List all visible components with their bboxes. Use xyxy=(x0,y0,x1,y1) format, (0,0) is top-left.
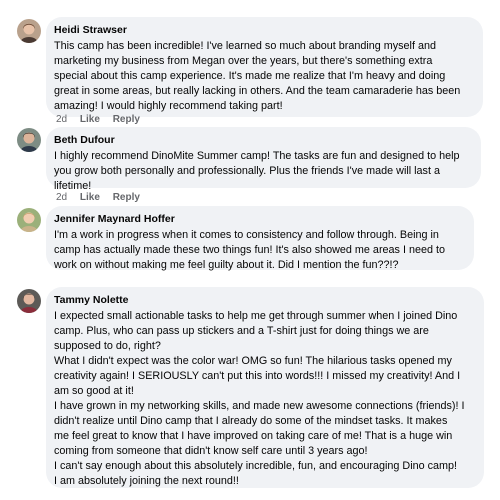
comment-line: special about this camp experience. It's… xyxy=(54,70,446,82)
profile-photo-icon xyxy=(17,208,41,232)
profile-photo-icon xyxy=(17,19,41,43)
avatar[interactable] xyxy=(17,208,41,232)
comment-bubble: Jennifer Maynard Hoffer I'm a work in pr… xyxy=(46,206,474,273)
profile-photo-icon xyxy=(17,128,41,152)
comment-line: am so good at it! xyxy=(54,385,134,397)
comment-bubble: Beth Dufour I highly recommend DinoMite … xyxy=(46,127,481,192)
comment-line: What I didn't expect was the color war! … xyxy=(54,355,452,367)
comments-thread: Heidi Strawser This camp has been incred… xyxy=(0,0,500,500)
comment-line: great in some areas, but really lacking … xyxy=(54,85,461,97)
avatar[interactable] xyxy=(17,289,41,313)
comment-text: I expected small actionable tasks to hel… xyxy=(54,309,475,489)
comment-actions: 2d Like Reply xyxy=(56,192,150,204)
comment-line: camp has actually made these two things … xyxy=(54,244,445,256)
like-button[interactable]: Like xyxy=(80,192,100,203)
comment-line: supposed to do, right? xyxy=(54,340,161,352)
comment-author[interactable]: Jennifer Maynard Hoffer xyxy=(54,213,465,226)
comment-line: This camp has been incredible! I've lear… xyxy=(54,40,436,52)
comment-bubble: Tammy Nolette I expected small actionabl… xyxy=(46,287,484,488)
comment-author[interactable]: Heidi Strawser xyxy=(54,24,474,37)
profile-photo-icon xyxy=(17,289,41,313)
comment-author[interactable]: Tammy Nolette xyxy=(54,294,475,307)
comment-line: marketing my business from Megan over th… xyxy=(54,55,433,67)
comment-line: I have grown in my networking skills, an… xyxy=(54,400,465,412)
comment-line: work on without making me feel guilty ab… xyxy=(54,259,399,271)
comment-actions: 2d Like Reply xyxy=(56,114,150,126)
comment-text: I highly recommend DinoMite Summer camp!… xyxy=(54,149,472,194)
comment-line: didn't realize until Dino camp that I al… xyxy=(54,415,448,427)
avatar[interactable] xyxy=(17,128,41,152)
comment-line: creativity again! I SERIOUSLY can't put … xyxy=(54,370,461,382)
like-button[interactable]: Like xyxy=(80,114,100,125)
comment-line: coming from someone that didn't know sel… xyxy=(54,445,368,457)
comment-line: amazing! I would highly recommend taking… xyxy=(54,100,283,112)
comment-line: me feel great to know that I have improv… xyxy=(54,430,453,442)
comment-line: you grow both personally and professiona… xyxy=(54,165,440,177)
reply-button[interactable]: Reply xyxy=(113,114,140,125)
comment-line: I am absolutely joining the next round!! xyxy=(54,475,239,487)
comment-text: This camp has been incredible! I've lear… xyxy=(54,39,474,114)
comment-author[interactable]: Beth Dufour xyxy=(54,134,472,147)
comment-line: camp. Plus, who can pass up stickers and… xyxy=(54,325,429,337)
reply-button[interactable]: Reply xyxy=(113,192,140,203)
comment-line: I can't say enough about this absolutely… xyxy=(54,460,458,472)
comment-line: I highly recommend DinoMite Summer camp!… xyxy=(54,150,460,162)
comment-timestamp[interactable]: 2d xyxy=(56,192,67,203)
comment-line: I'm a work in progress when it comes to … xyxy=(54,229,439,241)
comment-bubble: Heidi Strawser This camp has been incred… xyxy=(46,17,483,117)
comment-text: I'm a work in progress when it comes to … xyxy=(54,228,465,273)
avatar[interactable] xyxy=(17,19,41,43)
comment-timestamp[interactable]: 2d xyxy=(56,114,67,125)
comment-line: I expected small actionable tasks to hel… xyxy=(54,310,458,322)
